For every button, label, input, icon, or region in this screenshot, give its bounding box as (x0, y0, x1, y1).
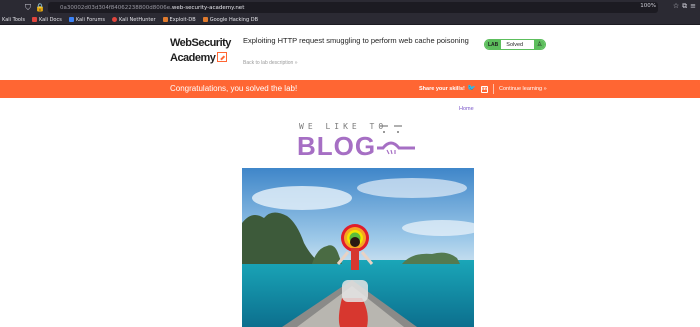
lock-icon[interactable]: 🔒 (34, 3, 46, 12)
url-text: 0a30002d03d304f84062238800d8006e.web-sec… (60, 4, 245, 11)
solved-banner: Congratulations, you solved the lab! Sha… (0, 80, 700, 98)
blog-logo-word: BLOG (297, 131, 377, 161)
banner-divider (493, 84, 494, 94)
flask-icon: ♙ (534, 40, 545, 49)
lab-title: Exploiting HTTP request smuggling to per… (243, 36, 469, 45)
kali-nethunter-icon (111, 17, 117, 22)
web-security-academy-logo[interactable]: WebSecurity Academy (170, 38, 236, 65)
share-skills-label: Share your skills! (419, 85, 465, 92)
extensions-icon[interactable]: ⧉ (682, 2, 687, 11)
bookmarks-bar: Kali Tools Kali Docs Kali Forums Kali Ne… (0, 15, 700, 25)
back-to-lab-description-link[interactable]: Back to lab description » (243, 60, 297, 66)
zoom-level[interactable]: 100% (640, 3, 656, 9)
blog-hero-image (242, 168, 474, 327)
blog-logo-tagline: WE LIKE TO (299, 122, 388, 131)
shield-icon[interactable]: ⛉ (22, 3, 34, 13)
bookmark-kali-docs[interactable]: Kali Docs (31, 17, 62, 23)
lab-status-widget: LAB Solved ♙ (484, 39, 546, 50)
home-link[interactable]: Home (459, 106, 474, 112)
academy-logo-mark (217, 52, 228, 62)
bookmark-exploit-db[interactable]: Exploit-DB (162, 17, 196, 23)
continue-learning-link[interactable]: Continue learning » (499, 86, 547, 92)
address-bar[interactable]: 0a30002d03d304f84062238800d8006e.web-sec… (48, 2, 658, 13)
kali-forums-icon (68, 17, 74, 22)
linkedin-icon[interactable]: in (481, 85, 488, 93)
bookmark-google-hacking-db[interactable]: Google Hacking DB (202, 17, 258, 23)
lab-badge: LAB (485, 40, 502, 49)
congratulations-message: Congratulations, you solved the lab! (170, 84, 298, 93)
bookmark-kali-forums[interactable]: Kali Forums (68, 17, 105, 23)
blog-face-icon (377, 125, 415, 155)
browser-actions: ☆ ⧉ ≡ (673, 2, 696, 11)
kali-docs-icon (31, 17, 37, 22)
browser-toolbar: ⛉ 🔒 0a30002d03d304f84062238800d8006e.web… (0, 0, 700, 15)
blog-logo: WE LIKE TO BLOG (297, 122, 419, 164)
twitter-icon[interactable]: 🐦 (467, 84, 476, 92)
hero-photo-graphic (242, 168, 474, 327)
google-hacking-db-icon (202, 17, 208, 22)
lab-status-text: Solved (506, 41, 524, 48)
exploit-db-icon (162, 17, 168, 22)
bookmark-kali-nethunter[interactable]: Kali NetHunter (111, 17, 156, 23)
menu-icon[interactable]: ≡ (690, 2, 696, 11)
lab-header: WebSecurity Academy Exploiting HTTP requ… (0, 25, 700, 80)
bookmark-kali-tools[interactable]: Kali Tools (2, 17, 25, 23)
star-icon[interactable]: ☆ (673, 2, 679, 11)
double-chevron-icon: » (294, 60, 298, 66)
